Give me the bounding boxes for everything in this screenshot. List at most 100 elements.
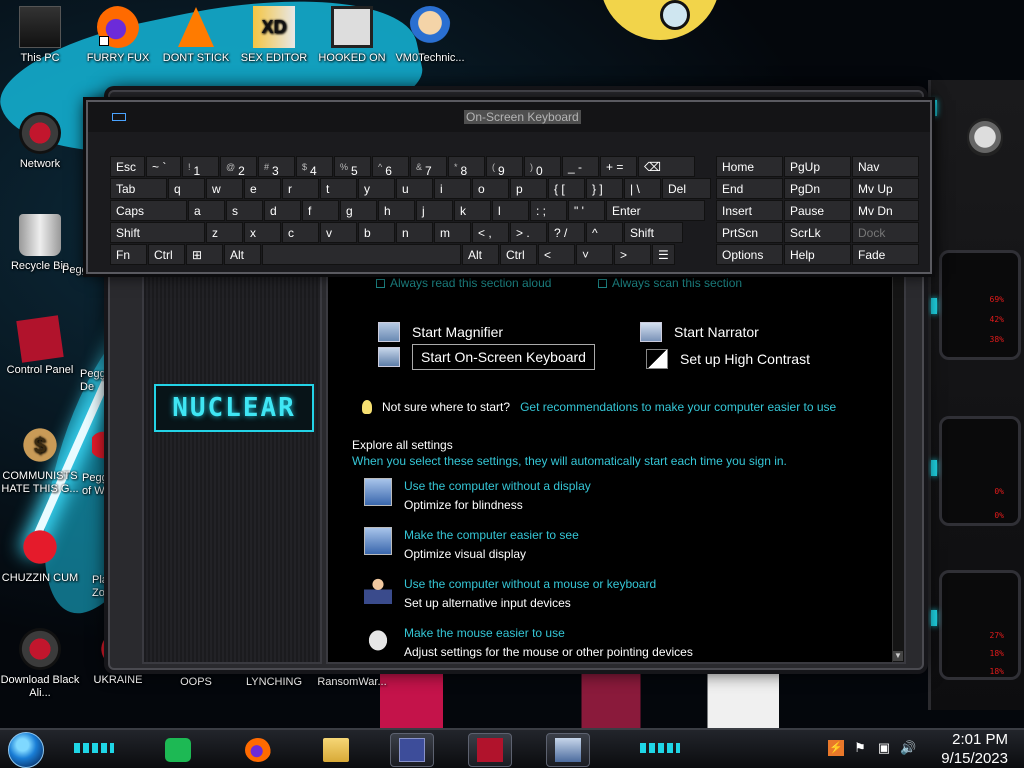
osk-key[interactable]: b: [358, 222, 395, 243]
osk-key[interactable]: q: [168, 178, 205, 199]
osk-key[interactable]: Shift: [624, 222, 683, 243]
osk-nav-key[interactable]: PgUp: [784, 156, 851, 177]
osk-key[interactable]: ! 1: [182, 156, 219, 177]
osk-key[interactable]: g: [340, 200, 377, 221]
osk-key[interactable]: o: [472, 178, 509, 199]
osk-key[interactable]: ^ 6: [372, 156, 409, 177]
osk-key[interactable]: { [: [548, 178, 585, 199]
osk-key[interactable]: ☰: [652, 244, 675, 265]
start-on-screen-keyboard-link[interactable]: Start On-Screen Keyboard: [378, 344, 595, 370]
osk-key[interactable]: > .: [510, 222, 547, 243]
osk-nav-key[interactable]: PrtScn: [716, 222, 783, 243]
desktop-icon-peggle-deluxe[interactable]: Peggle De: [80, 368, 114, 394]
setting-title[interactable]: Use the computer without a display: [404, 476, 591, 496]
osk-key[interactable]: e: [244, 178, 281, 199]
desktop-icon-download-black-alien[interactable]: Download Black Ali...: [0, 628, 80, 700]
osk-key[interactable]: y: [358, 178, 395, 199]
osk-nav-key[interactable]: ScrLk: [784, 222, 851, 243]
taskbar-file-explorer[interactable]: [314, 733, 358, 767]
osk-key[interactable]: Esc: [110, 156, 145, 177]
osk-key[interactable]: Ctrl: [500, 244, 537, 265]
osk-nav-key[interactable]: Insert: [716, 200, 783, 221]
desktop-icon-network[interactable]: Network: [0, 112, 80, 171]
osk-key[interactable]: i: [434, 178, 471, 199]
osk-key[interactable]: r: [282, 178, 319, 199]
osk-nav-key[interactable]: PgDn: [784, 178, 851, 199]
desktop-icon-vm0technic[interactable]: VM0Technic...: [390, 6, 470, 65]
osk-key[interactable]: Ctrl: [148, 244, 185, 265]
osk-key[interactable]: ˅: [576, 244, 613, 265]
osk-key[interactable]: t: [320, 178, 357, 199]
taskbar-spotify[interactable]: [156, 733, 200, 767]
start-magnifier-link[interactable]: Start Magnifier: [378, 322, 503, 342]
osk-key[interactable]: s: [226, 200, 263, 221]
osk-key[interactable]: * 8: [448, 156, 485, 177]
osk-key[interactable]: d: [264, 200, 301, 221]
osk-titlebar[interactable]: On-Screen Keyboard: [88, 102, 930, 132]
taskbar-control-panel[interactable]: [468, 733, 512, 767]
vertical-scrollbar[interactable]: ▼: [892, 274, 904, 662]
osk-key[interactable]: [262, 244, 461, 265]
taskbar-ease-of-access[interactable]: [546, 733, 590, 767]
desktop-icon-oops[interactable]: OOPS: [156, 676, 236, 689]
taskbar-on-screen-keyboard[interactable]: [390, 733, 434, 767]
volume-icon[interactable]: 🔊: [900, 740, 916, 756]
osk-key[interactable]: Alt: [462, 244, 499, 265]
osk-key[interactable]: (9: [486, 156, 523, 177]
scroll-down-arrow-icon[interactable]: ▼: [893, 651, 903, 661]
checkbox-scan[interactable]: Always scan this section: [598, 276, 742, 290]
osk-key[interactable]: Del: [662, 178, 711, 199]
desktop-icon-communists[interactable]: $ COMMUNISTS HATE THIS G...: [0, 424, 80, 496]
desktop-icon-hooked-on[interactable]: HOOKED ON: [312, 6, 392, 65]
setting-title[interactable]: Make the mouse easier to use: [404, 623, 693, 643]
osk-key[interactable]: ⌫: [638, 156, 695, 177]
osk-key[interactable]: n: [396, 222, 433, 243]
osk-key[interactable]: <: [538, 244, 575, 265]
setting-mouse-easier[interactable]: Make the mouse easier to use Adjust sett…: [364, 623, 693, 661]
osk-key[interactable]: z: [206, 222, 243, 243]
desktop-icon-dont-stick[interactable]: DONT STICK: [156, 6, 236, 65]
osk-key[interactable]: j: [416, 200, 453, 221]
osk-key[interactable]: ? /: [548, 222, 585, 243]
desktop-icon-lynching[interactable]: LYNCHING: [234, 676, 314, 689]
desktop-icon-ransomware[interactable]: RansomWar...: [312, 676, 392, 689]
osk-key[interactable]: a: [188, 200, 225, 221]
set-up-high-contrast-link[interactable]: Set up High Contrast: [646, 349, 810, 369]
setting-title[interactable]: Use the computer without a mouse or keyb…: [404, 574, 656, 594]
start-button[interactable]: [8, 732, 44, 768]
osk-key[interactable]: $4: [296, 156, 333, 177]
osk-nav-key[interactable]: End: [716, 178, 783, 199]
osk-key[interactable]: ) 0: [524, 156, 561, 177]
system-clock[interactable]: 2:01 PM 9/15/2023: [941, 730, 1008, 768]
osk-nav-key[interactable]: Options: [716, 244, 783, 265]
osk-key[interactable]: v: [320, 222, 357, 243]
osk-key[interactable]: x: [244, 222, 281, 243]
desktop-icon-chuzzin[interactable]: CHUZZIN CUM: [0, 526, 80, 585]
osk-key[interactable]: < ,: [472, 222, 509, 243]
setting-easier-to-see[interactable]: Make the computer easier to see Optimize…: [364, 525, 579, 563]
osk-key[interactable]: Tab: [110, 178, 167, 199]
checkbox-read-aloud[interactable]: Always read this section aloud: [376, 276, 551, 290]
taskbar-firefox[interactable]: [236, 733, 280, 767]
osk-key[interactable]: } ]: [586, 178, 623, 199]
network-icon[interactable]: ▣: [876, 740, 892, 756]
osk-key[interactable]: " ': [568, 200, 605, 221]
osk-key[interactable]: k: [454, 200, 491, 221]
osk-key[interactable]: ^: [586, 222, 623, 243]
tray-app-icon[interactable]: ⚡: [828, 740, 844, 756]
setting-without-display[interactable]: Use the computer without a display Optim…: [364, 476, 591, 514]
osk-nav-key[interactable]: Fade: [852, 244, 919, 265]
osk-key[interactable]: Alt: [224, 244, 261, 265]
desktop-icon-sex-editor[interactable]: XD SEX EDITOR: [234, 6, 314, 65]
flag-icon[interactable]: ⚑: [852, 740, 868, 756]
osk-key[interactable]: + =: [600, 156, 637, 177]
setting-without-mouse-keyboard[interactable]: Use the computer without a mouse or keyb…: [364, 574, 656, 612]
osk-key[interactable]: : ;: [530, 200, 567, 221]
osk-nav-key[interactable]: Help: [784, 244, 851, 265]
osk-key[interactable]: #3: [258, 156, 295, 177]
osk-nav-key[interactable]: Home: [716, 156, 783, 177]
osk-key[interactable]: ⊞: [186, 244, 223, 265]
osk-key[interactable]: @2: [220, 156, 257, 177]
osk-key[interactable]: Caps: [110, 200, 187, 221]
setting-title[interactable]: Make the computer easier to see: [404, 525, 579, 545]
